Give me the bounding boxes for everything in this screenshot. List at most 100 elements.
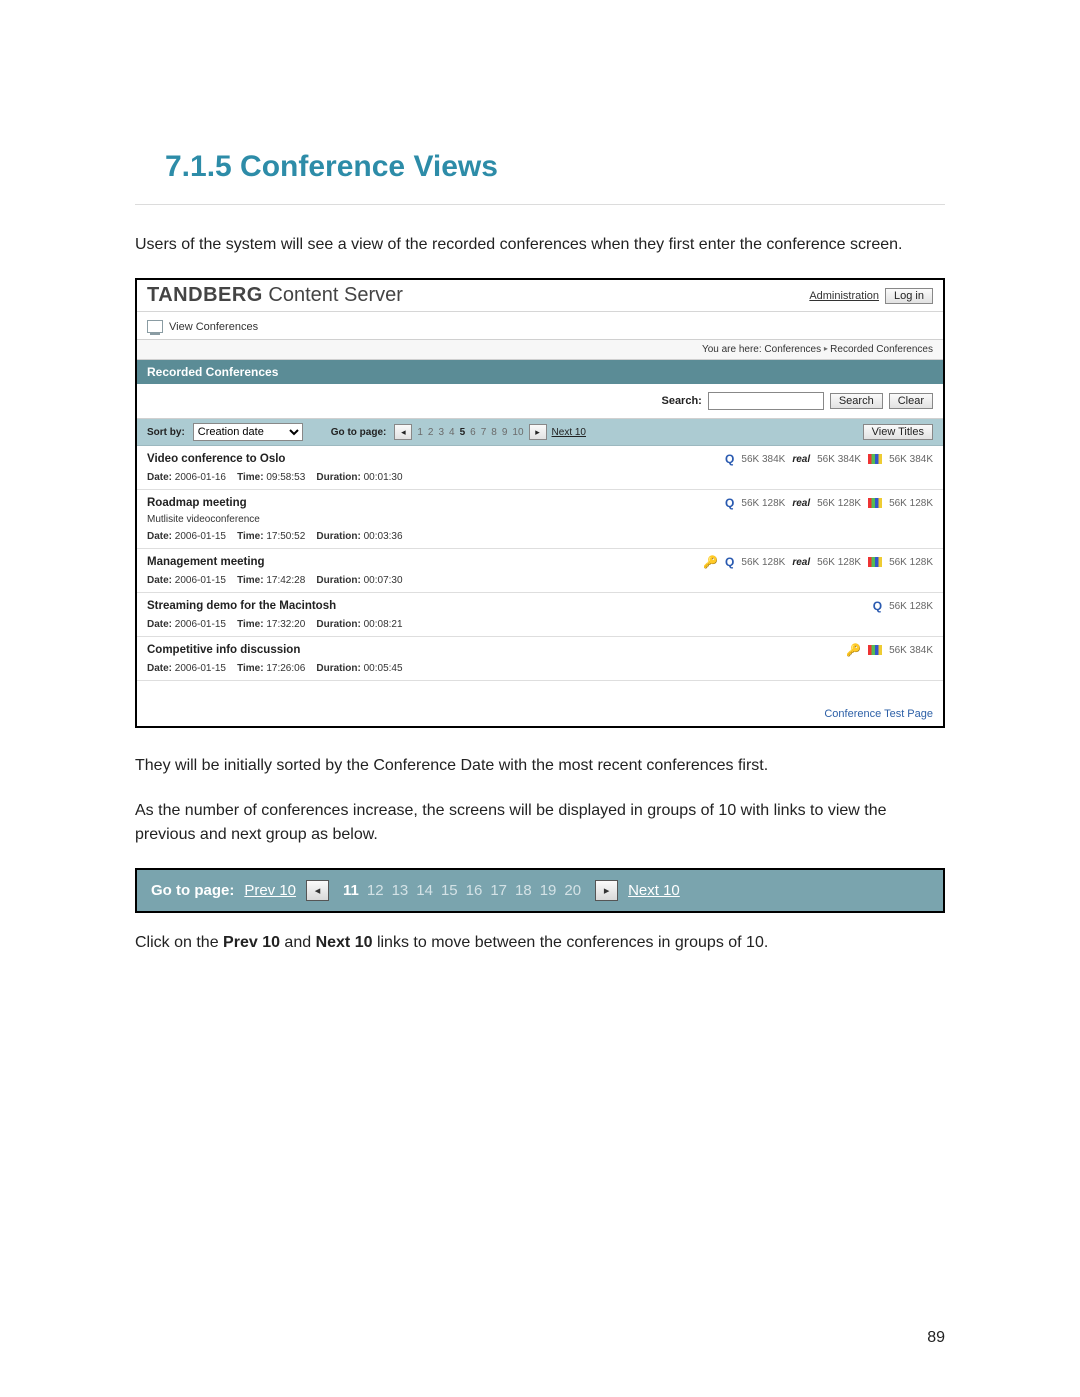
clear-button[interactable]: Clear — [889, 393, 933, 409]
windows-flag-icon[interactable] — [868, 454, 882, 464]
page-num-4[interactable]: 4 — [449, 427, 455, 438]
page-num-15[interactable]: 15 — [441, 882, 458, 899]
conference-row: Streaming demo for the Macintosh Q 56K 128… — [137, 593, 943, 637]
formats: Q 56K 384K real 56K 384K 56K 384K — [725, 452, 933, 466]
conference-meta: Date: 2006-01-15 Time: 17:42:28 Duration… — [147, 575, 933, 586]
page-num-8[interactable]: 8 — [491, 427, 497, 438]
quicktime-icon[interactable]: Q — [725, 496, 734, 510]
search-row: Search: Search Clear — [137, 384, 943, 419]
format-rates[interactable]: 56K 128K — [817, 498, 861, 509]
conference-meta: Date: 2006-01-15 Time: 17:26:06 Duration… — [147, 663, 933, 674]
quicktime-icon[interactable]: Q — [873, 599, 882, 613]
breadcrumb-level1[interactable]: Conferences — [764, 344, 821, 355]
page-num-18[interactable]: 18 — [515, 882, 532, 899]
breadcrumb: You are here: Conferences ▸ Recorded Con… — [137, 340, 943, 360]
search-input[interactable] — [708, 392, 824, 410]
real-icon[interactable]: real — [792, 454, 810, 465]
page-num-20[interactable]: 20 — [564, 882, 581, 899]
conference-title[interactable]: Competitive info discussion — [147, 644, 300, 656]
formats: Q 56K 128K — [873, 599, 933, 613]
real-icon[interactable]: real — [792, 498, 810, 509]
page-num-10[interactable]: 10 — [512, 427, 523, 438]
format-rates[interactable]: 56K 384K — [741, 454, 785, 465]
conference-subtitle: Mutlisite videoconference — [147, 514, 933, 525]
windows-flag-icon[interactable] — [868, 557, 882, 567]
page-num-3[interactable]: 3 — [438, 427, 444, 438]
sort-label: Sort by: — [147, 427, 185, 438]
administration-link[interactable]: Administration — [809, 290, 879, 302]
breadcrumb-prefix: You are here: — [702, 344, 764, 355]
click-prev-next-text: Click on the Prev 10 and Next 10 links t… — [135, 931, 945, 954]
sort-select[interactable]: Creation date — [193, 423, 303, 441]
format-rates[interactable]: 56K 128K — [889, 557, 933, 568]
gotopage-label: Go to page: — [331, 427, 387, 438]
txt: and — [280, 934, 316, 951]
format-rates[interactable]: 56K 128K — [889, 498, 933, 509]
pager-screenshot: Go to page: Prev 10 ◂ 11 12 13 14 15 16 17 18 19… — [135, 868, 945, 913]
view-titles-button[interactable]: View Titles — [863, 424, 933, 440]
next-page-icon[interactable]: ▸ — [595, 880, 618, 901]
login-button[interactable]: Log in — [885, 288, 933, 304]
page-num-5[interactable]: 5 — [460, 427, 466, 438]
footer-link-row: Conference Test Page — [137, 705, 943, 726]
next10-link[interactable]: Next 10 — [628, 882, 680, 899]
page-num-7[interactable]: 7 — [481, 427, 487, 438]
next-page-icon[interactable]: ▸ — [529, 424, 547, 440]
quicktime-icon[interactable]: Q — [725, 555, 734, 569]
heading-rule — [135, 204, 945, 205]
formats: Q 56K 128K real 56K 128K 56K 128K — [725, 496, 933, 510]
page-num-12[interactable]: 12 — [367, 882, 384, 899]
search-button[interactable]: Search — [830, 393, 883, 409]
brand-bold: TANDBERG — [147, 284, 263, 306]
topbar: TANDBERG Content Server Administration L… — [137, 280, 943, 312]
format-rates[interactable]: 56K 128K — [741, 498, 785, 509]
conference-row: Management meeting🔑Q56K 128Kreal56K 128K… — [137, 549, 943, 593]
windows-flag-icon[interactable] — [868, 645, 882, 655]
conference-test-page-link[interactable]: Conference Test Page — [824, 708, 933, 720]
conference-title[interactable]: Management meeting — [147, 556, 265, 568]
page-num-2[interactable]: 2 — [428, 427, 434, 438]
intro-text: Users of the system will see a view of t… — [135, 233, 945, 256]
format-rates[interactable]: 56K 128K — [889, 601, 933, 612]
conference-title[interactable]: Video conference to Oslo — [147, 453, 285, 465]
page-num-9[interactable]: 9 — [502, 427, 508, 438]
pager2-label: Go to page: — [151, 882, 234, 899]
format-rates[interactable]: 56K 384K — [889, 454, 933, 465]
conference-meta: Date: 2006-01-15 Time: 17:32:20 Duration… — [147, 619, 933, 630]
page-num-14[interactable]: 14 — [416, 882, 433, 899]
page-num-1[interactable]: 1 — [417, 427, 423, 438]
page-num-6[interactable]: 6 — [470, 427, 476, 438]
section-heading: 7.1.5 Conference Views — [165, 150, 945, 184]
breadcrumb-level2: Recorded Conferences — [830, 344, 933, 355]
txt: links to move between the conferences in… — [373, 934, 769, 951]
groups-text: As the number of conferences increase, t… — [135, 799, 945, 845]
prev10-link[interactable]: Prev 10 — [244, 882, 296, 899]
conference-row: Competitive info discussion 🔑56K 384K Date… — [137, 637, 943, 681]
brand: TANDBERG Content Server — [147, 284, 403, 307]
page-num-11[interactable]: 11 — [343, 882, 359, 899]
filter-row: Sort by: Creation date Go to page: ◂ 123… — [137, 419, 943, 446]
format-rates[interactable]: 56K 384K — [817, 454, 861, 465]
format-rates[interactable]: 56K 384K — [889, 645, 933, 656]
prev-page-icon[interactable]: ◂ — [394, 424, 412, 440]
conference-row: Roadmap meeting Q 56K 128K real 56K 128K 56K … — [137, 490, 943, 549]
quicktime-icon[interactable]: Q — [725, 452, 734, 466]
formats: 🔑56K 384K — [846, 643, 933, 657]
conference-meta: Date: 2006-01-16 Time: 09:58:53 Duration… — [147, 472, 933, 483]
prev-page-icon[interactable]: ◂ — [306, 880, 329, 901]
page-num-17[interactable]: 17 — [490, 882, 507, 899]
conference-title[interactable]: Streaming demo for the Macintosh — [147, 600, 336, 612]
tab-view-conferences[interactable]: View Conferences — [169, 321, 258, 333]
conference-title[interactable]: Roadmap meeting — [147, 497, 247, 509]
format-rates[interactable]: 56K 128K — [741, 557, 785, 568]
page-num-16[interactable]: 16 — [466, 882, 483, 899]
real-icon[interactable]: real — [792, 557, 810, 568]
format-rates[interactable]: 56K 128K — [817, 557, 861, 568]
sorted-text: They will be initially sorted by the Con… — [135, 754, 945, 777]
next10-link[interactable]: Next 10 — [552, 427, 586, 438]
page-num-19[interactable]: 19 — [540, 882, 557, 899]
page-num-13[interactable]: 13 — [392, 882, 409, 899]
windows-flag-icon[interactable] — [868, 498, 882, 508]
page-number: 89 — [927, 1329, 945, 1347]
conference-list: Video conference to Oslo Q 56K 384K real 56K… — [137, 446, 943, 681]
